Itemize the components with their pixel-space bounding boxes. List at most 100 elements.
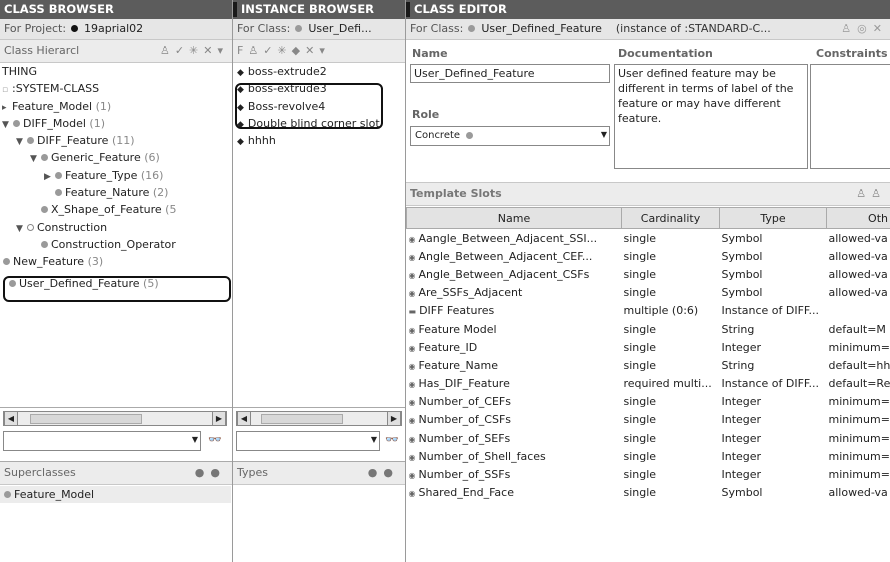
slot-type: Integer xyxy=(720,338,827,356)
collapse-icon[interactable]: ▼ xyxy=(16,221,26,236)
class-name-field[interactable]: User_Defined_Feature xyxy=(410,64,610,83)
slot-cardinality: single xyxy=(622,265,720,283)
instance-item[interactable]: ◆ boss-extrude2 xyxy=(233,63,405,80)
collapse-icon[interactable]: ▼ xyxy=(2,117,12,132)
create-subclass-icon[interactable]: ✓ xyxy=(175,44,189,57)
table-row[interactable]: ▬ DIFF Features multiple (0:6) Instance of … xyxy=(407,302,890,320)
slot-type-text: Instance of DIFF... xyxy=(721,304,819,318)
panel-grip[interactable] xyxy=(406,2,410,17)
add-type-icon[interactable]: ● xyxy=(368,466,384,479)
instance-browser-panel: INSTANCE BROWSER For Class: User_Defi...… xyxy=(233,0,406,562)
tree-node-thing[interactable]: THING xyxy=(0,63,232,80)
table-row[interactable]: ◉ Feature_ID single Integer minimum= xyxy=(407,338,890,356)
table-row[interactable]: ◉ Number_of_CSFs single Integer minimum= xyxy=(407,411,890,429)
column-name[interactable]: Name xyxy=(406,207,622,229)
expand-icon[interactable]: ▶ xyxy=(44,169,54,184)
add-icon[interactable]: ✳ xyxy=(189,44,203,57)
table-row[interactable]: ◉ Number_of_Shell_faces single Integer minim… xyxy=(407,447,890,465)
constraints-field[interactable] xyxy=(810,64,890,169)
table-row[interactable]: ◉ Number_of_SEFs single Integer minimum= xyxy=(407,429,890,447)
tree-node-new-feature[interactable]: New_Feature (3) xyxy=(0,253,232,270)
class-search-field[interactable]: ▼ xyxy=(3,431,201,451)
search-instances-icon[interactable]: ♙ xyxy=(248,44,263,57)
scroll-left-icon[interactable]: ◀ xyxy=(237,412,251,425)
tree-node-feature-type[interactable]: ▶ Feature_Type (16) xyxy=(0,167,232,184)
column-other[interactable]: Oth xyxy=(826,207,890,229)
for-class-label: For Class: xyxy=(410,22,464,35)
class-tree-hscrollbar[interactable]: ◀ ▶ xyxy=(3,411,227,426)
slot-other: default=hh xyxy=(827,356,890,374)
scroll-right-icon[interactable]: ▶ xyxy=(387,412,401,425)
find-binoculars-icon[interactable]: 👓 xyxy=(385,433,399,446)
dropdown-arrow-icon[interactable]: ▼ xyxy=(371,435,377,444)
table-row[interactable]: ◉ Are_SSFs_Adjacent single Symbol allowed-va xyxy=(407,284,890,302)
slot-type-text: String xyxy=(721,358,755,372)
tree-node-construction-operator[interactable]: Construction_Operator xyxy=(0,236,232,253)
slot-cardinality: single xyxy=(622,229,720,248)
collapse-icon[interactable]: ▼ xyxy=(30,151,40,166)
table-row[interactable]: ◉ Angle_Between_Adjacent_CEF... single Symb… xyxy=(407,247,890,265)
delete-instance-icon[interactable]: ✕ xyxy=(305,44,319,57)
table-row[interactable]: ◉ Shared_End_Face single Symbol allowed-va xyxy=(407,484,890,502)
slot-action-icon[interactable]: ♙ xyxy=(871,187,886,200)
role-select[interactable]: Concrete ▼ xyxy=(410,126,610,146)
close-icon[interactable]: ✕ xyxy=(873,22,888,35)
tree-node-x-shape[interactable]: X_Shape_of_Feature (5 xyxy=(0,201,232,218)
create-instance-icon[interactable]: ✓ xyxy=(263,44,277,57)
search-slots-icon[interactable]: ♙ xyxy=(856,187,871,200)
scroll-thumb[interactable] xyxy=(261,414,343,424)
menu-dropdown-icon[interactable]: ▾ xyxy=(319,44,330,57)
instance-hscrollbar[interactable]: ◀ ▶ xyxy=(236,411,402,426)
scroll-thumb[interactable] xyxy=(30,414,142,424)
scroll-left-icon[interactable]: ◀ xyxy=(4,412,18,425)
tree-node-feature-model[interactable]: ▸ Feature_Model (1) xyxy=(0,98,232,115)
collapse-icon[interactable]: ▼ xyxy=(16,134,26,149)
instance-list-divider xyxy=(233,407,405,408)
table-row[interactable]: ◉ Aangle_Between_Adjacent_SSI... single Sym… xyxy=(407,229,890,248)
column-type[interactable]: Type xyxy=(719,207,827,229)
documentation-field[interactable]: User defined feature may be different in… xyxy=(614,64,808,169)
add-icon[interactable]: ✳ xyxy=(277,44,291,57)
column-cardinality[interactable]: Cardinality xyxy=(621,207,720,229)
dropdown-arrow-icon[interactable]: ▼ xyxy=(192,435,198,444)
tree-node-generic-feature[interactable]: ▼ Generic_Feature (6) xyxy=(0,149,232,166)
abstract-class-icon xyxy=(27,223,34,231)
target-icon[interactable]: ◎ xyxy=(857,22,873,35)
table-row[interactable]: ◉ Number_of_CEFs single Integer minimum= xyxy=(407,393,890,411)
remove-type-icon[interactable]: ● xyxy=(383,466,399,479)
tree-node-feature-nature[interactable]: Feature_Nature (2) xyxy=(0,184,232,201)
table-row[interactable]: ◉ Feature_Name single String default=hh xyxy=(407,356,890,374)
tree-node-diff-model[interactable]: ▼ DIFF_Model (1) xyxy=(0,115,232,132)
table-row[interactable]: ◉ Angle_Between_Adjacent_CSFs single Symbol… xyxy=(407,265,890,283)
table-row[interactable]: ◉ Feature Model single String default=M xyxy=(407,320,890,338)
filter-icon[interactable]: F xyxy=(237,44,248,57)
copy-instance-icon[interactable]: ◆ xyxy=(292,44,305,57)
table-row[interactable]: ◉ Number_of_SSFs single Integer minimum= xyxy=(407,465,890,483)
find-binoculars-icon[interactable]: 👓 xyxy=(208,433,222,446)
class-editor-title: CLASS EDITOR xyxy=(406,0,890,19)
class-icon xyxy=(4,491,11,498)
dropdown-arrow-icon[interactable]: ▼ xyxy=(601,130,607,139)
search-classes-icon[interactable]: ♙ xyxy=(160,44,175,57)
project-label: For Project: xyxy=(4,22,67,35)
remove-superclass-icon[interactable]: ● xyxy=(210,466,226,479)
slot-cardinality: required multi... xyxy=(622,375,720,393)
expand-icon[interactable]: ▸ xyxy=(2,100,12,115)
panel-grip[interactable] xyxy=(233,2,237,17)
tree-node-system-class[interactable]: ▫:SYSTEM-CLASS xyxy=(0,80,232,97)
delete-class-icon[interactable]: ✕ xyxy=(203,44,217,57)
superclass-item[interactable]: Feature_Model xyxy=(0,486,231,504)
add-superclass-icon[interactable]: ● xyxy=(195,466,211,479)
instance-search-field[interactable]: ▼ xyxy=(236,431,380,451)
search-icon[interactable]: ♙ xyxy=(841,22,857,35)
slot-other-text: allowed-va xyxy=(828,286,888,300)
instance-item[interactable]: ◆ hhhh xyxy=(233,132,405,149)
slot-cardinality: single xyxy=(622,393,720,411)
tree-node-construction[interactable]: ▼ Construction xyxy=(0,219,232,236)
menu-dropdown-icon[interactable]: ▾ xyxy=(217,44,228,57)
table-row[interactable]: ◉ Has_DIF_Feature required multi... Instanc… xyxy=(407,375,890,393)
scroll-right-icon[interactable]: ▶ xyxy=(212,412,226,425)
slot-other xyxy=(827,302,890,320)
tree-node-diff-feature[interactable]: ▼ DIFF_Feature (11) xyxy=(0,132,232,149)
slot-name-text: Number_of_SSFs xyxy=(418,468,511,482)
